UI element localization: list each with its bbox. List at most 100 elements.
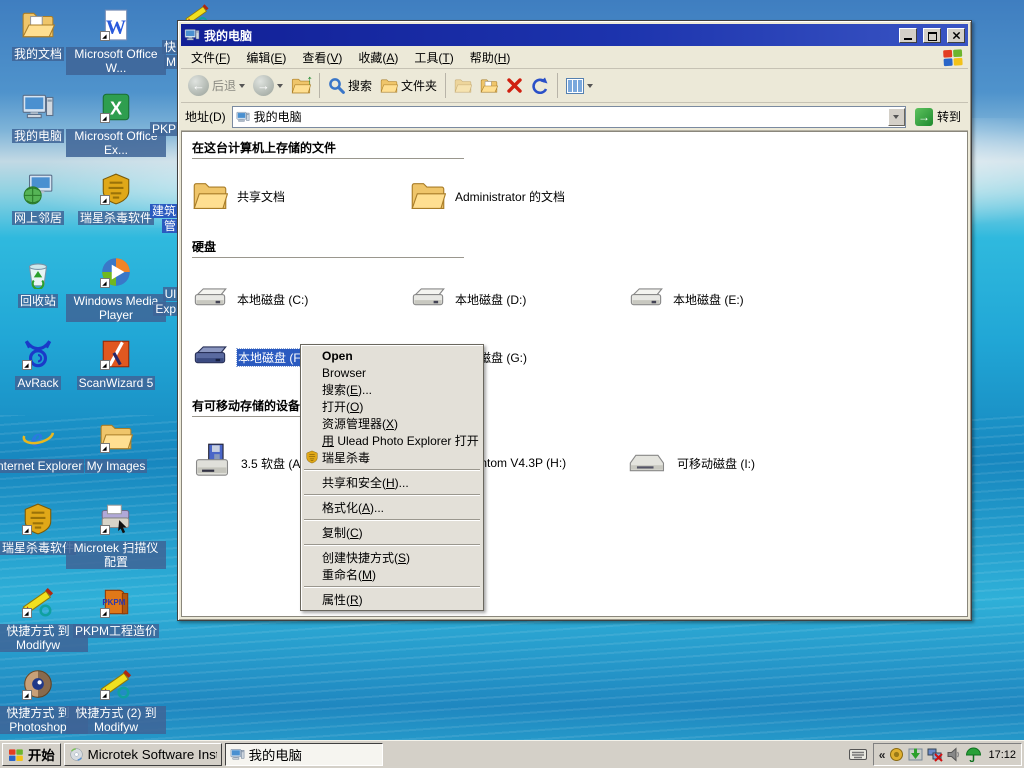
windows-logo-icon	[942, 48, 964, 67]
desktop-icon-label-partial[interactable]: UlExp	[108, 287, 178, 317]
desktop-icon-label-partial[interactable]: 建筑管	[108, 204, 178, 234]
menu-t[interactable]: 工具(T)	[406, 46, 461, 69]
context-menu-item[interactable]: 资源管理器(X)	[302, 415, 482, 432]
clock[interactable]: 17:12	[988, 749, 1016, 761]
folders-button[interactable]: 文件夹	[377, 75, 440, 97]
address-input[interactable]: 我的电脑	[232, 106, 906, 128]
maximize-button[interactable]	[923, 28, 941, 43]
computer-icon	[230, 747, 245, 762]
undo-button[interactable]	[528, 75, 552, 96]
disk-icon	[628, 281, 664, 317]
context-menu-item[interactable]: Browser	[302, 364, 482, 381]
drive-item[interactable]: 本地磁盘 (D:)	[410, 281, 628, 317]
context-menu-item[interactable]: 创建快捷方式(S)	[302, 549, 482, 566]
menu-e[interactable]: 编辑(E)	[238, 46, 294, 69]
move-to-icon	[454, 77, 472, 95]
minimize-button[interactable]	[899, 28, 917, 43]
mydocs-icon	[21, 8, 55, 42]
go-label: 转到	[937, 108, 961, 125]
drive-item[interactable]: 本地磁盘 (C:)	[192, 281, 410, 317]
context-menu-item[interactable]: 打开(O)	[302, 398, 482, 415]
views-dropdown-icon[interactable]	[587, 84, 593, 88]
desktop-icon-scanwizard[interactable]: ScanWizard 5	[66, 337, 166, 390]
pen-icon	[99, 667, 133, 701]
back-dropdown-icon[interactable]	[239, 84, 245, 88]
context-menu-item[interactable]: 复制(C)	[302, 524, 482, 541]
desktop-icon-label-partial[interactable]: 快M	[108, 40, 178, 70]
computer-icon	[21, 90, 55, 124]
forward-dropdown-icon[interactable]	[277, 84, 283, 88]
context-menu-item[interactable]: 格式化(A)...	[302, 499, 482, 516]
delete-button[interactable]	[503, 75, 526, 96]
drive-item[interactable]: 可移动磁盘 (I:)	[628, 442, 846, 484]
volume-icon[interactable]	[947, 747, 961, 762]
item-row: 共享文档Administrator 的文档	[192, 159, 967, 233]
item-label: 本地磁盘 (E:)	[673, 291, 744, 308]
views-button[interactable]	[563, 76, 596, 96]
context-menu-item[interactable]: 瑞星杀毒	[302, 449, 482, 466]
drive-item[interactable]: 本地磁盘 (E:)	[628, 281, 846, 317]
copy-to-button[interactable]	[477, 75, 501, 97]
start-button[interactable]: 开始	[2, 743, 61, 766]
go-arrow-icon: →	[915, 108, 933, 126]
context-menu-item[interactable]: Open	[302, 347, 482, 364]
network-offline-icon[interactable]	[927, 747, 943, 762]
address-dropdown-button[interactable]	[888, 108, 905, 126]
my-computer-icon	[184, 27, 200, 43]
menu-separator	[304, 494, 480, 496]
context-menu-item[interactable]: 共享和安全(H)...	[302, 474, 482, 491]
taskbar: 开始 Microtek Software Install我的电脑 «	[0, 740, 1024, 768]
my-computer-window: 我的电脑 文件(F)编辑(E)查看(V)收藏(A)工具(T)帮助(H) ← 后退…	[177, 20, 972, 621]
go-button[interactable]: → 转到	[912, 108, 964, 126]
ie-icon	[21, 420, 55, 454]
input-method-keyboard-icon[interactable]	[846, 748, 870, 761]
toolbar-separator	[445, 73, 446, 98]
drive-item[interactable]: Administrator 的文档	[410, 178, 628, 214]
context-menu-item[interactable]: 用 Ulead Photo Explorer 打开	[302, 432, 482, 449]
desktop-icon-scanner[interactable]: Microtek 扫描仪配置	[66, 502, 166, 569]
hidden-icons-chevron[interactable]: «	[879, 748, 886, 762]
search-icon	[328, 77, 345, 94]
task-buttons: Microtek Software Install我的电脑	[64, 743, 383, 766]
close-button[interactable]	[947, 28, 965, 43]
lion-icon	[21, 502, 55, 536]
up-button[interactable]: ↑	[288, 74, 314, 98]
section-header-drives: 硬盘	[192, 235, 464, 258]
views-grid-icon	[566, 78, 584, 94]
menu-f[interactable]: 文件(F)	[183, 46, 238, 69]
context-menu-item[interactable]: 搜索(E)...	[302, 381, 482, 398]
desktop-icon-label: 瑞星杀毒软件	[0, 541, 76, 555]
scanner-icon	[99, 502, 133, 536]
menu-a[interactable]: 收藏(A)	[350, 46, 406, 69]
desktop-icon-pen[interactable]: 快捷方式 (2) 到 Modifyw	[66, 667, 166, 734]
update-download-icon[interactable]	[908, 747, 923, 762]
folder-icon	[99, 420, 133, 454]
desktop-icon-label-partial[interactable]: PKP	[108, 122, 178, 137]
firewall-umbrella-icon[interactable]	[965, 747, 982, 762]
my-computer-icon	[236, 110, 250, 124]
forward-button[interactable]: →	[250, 73, 286, 98]
menu-bar: 文件(F)编辑(E)查看(V)收藏(A)工具(T)帮助(H)	[181, 46, 968, 69]
delete-x-icon	[506, 77, 523, 94]
menu-h[interactable]: 帮助(H)	[462, 46, 519, 69]
taskbar-task-active[interactable]: 我的电脑	[225, 743, 383, 766]
desktop-icon-label: My Images	[85, 459, 148, 473]
search-button[interactable]: 搜索	[325, 75, 375, 96]
move-to-button[interactable]	[451, 75, 475, 97]
search-label: 搜索	[348, 77, 372, 94]
rising-monitor-icon[interactable]	[889, 747, 904, 762]
disk-icon	[410, 281, 446, 317]
toolbar-separator	[319, 73, 320, 98]
desktop-icon-label: 回收站	[18, 294, 58, 308]
scanwizard-icon	[99, 337, 133, 371]
window-title: 我的电脑	[204, 27, 893, 44]
context-menu-item[interactable]: 重命名(M)	[302, 566, 482, 583]
context-menu-item[interactable]: 属性(R)	[302, 591, 482, 608]
back-button[interactable]: ← 后退	[185, 73, 248, 98]
desktop-icon-folder[interactable]: My Images	[66, 420, 166, 473]
title-bar[interactable]: 我的电脑	[181, 24, 968, 46]
desktop-icon-pkpm[interactable]: PKPM工程造价	[66, 585, 166, 638]
taskbar-task-inactive[interactable]: Microtek Software Install	[64, 743, 222, 766]
drive-item[interactable]: 共享文档	[192, 178, 410, 214]
menu-v[interactable]: 查看(V)	[294, 46, 350, 69]
